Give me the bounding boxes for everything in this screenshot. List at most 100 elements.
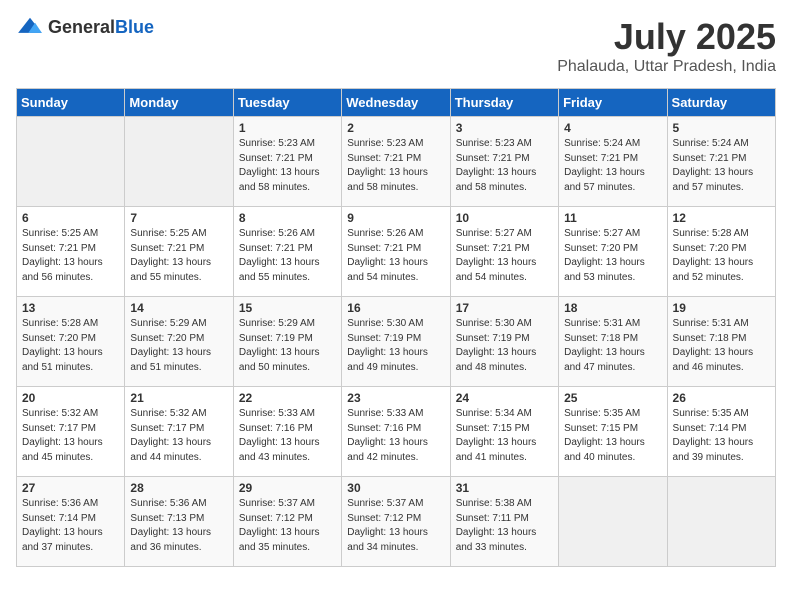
calendar-cell: 30Sunrise: 5:37 AMSunset: 7:12 PMDayligh… — [342, 477, 450, 567]
cell-sun-info: Sunrise: 5:36 AMSunset: 7:14 PMDaylight:… — [22, 497, 119, 555]
calendar-cell: 13 Sunrise: 5:28 AMSunset: 7:20 PMDayligh… — [17, 297, 125, 387]
calendar-cell: 19 Sunrise: 5:31 AMSunset: 7:18 PMDayligh… — [667, 297, 775, 387]
page-header: GeneralBlue July 2025 Phalauda, Uttar Pr… — [16, 16, 776, 76]
calendar-cell: 4Sunrise: 5:24 AMSunset: 7:21 PMDaylight… — [559, 117, 667, 207]
weekday-header-cell: Sunday — [17, 89, 125, 117]
cell-sun-info: Sunrise: 5:23 AMSunset: 7:21 PMDaylight:… — [456, 137, 553, 195]
calendar-body: 1 Sunrise: 5:23 AMSunset: 7:21 PMDaylight… — [17, 117, 776, 567]
day-number: 18 — [564, 301, 661, 315]
calendar-week-row: 27 Sunrise: 5:36 AMSunset: 7:14 PMDayligh… — [17, 477, 776, 567]
calendar-cell: 14 Sunrise: 5:29 AMSunset: 7:20 PMDayligh… — [125, 297, 233, 387]
calendar-cell: 29 Sunrise: 5:37 AMSunset: 7:12 PMDayligh… — [233, 477, 341, 567]
cell-sun-info: Sunrise: 5:27 AMSunset: 7:20 PMDaylight:… — [564, 227, 661, 285]
calendar-cell: 16Sunrise: 5:30 AMSunset: 7:19 PMDayligh… — [342, 297, 450, 387]
calendar-cell — [667, 477, 775, 567]
cell-sun-info: Sunrise: 5:37 AMSunset: 7:12 PMDaylight:… — [347, 497, 444, 555]
day-number: 8 — [239, 211, 336, 225]
calendar-cell: 3 Sunrise: 5:23 AMSunset: 7:21 PMDaylight… — [450, 117, 558, 207]
cell-sun-info: Sunrise: 5:27 AMSunset: 7:21 PMDaylight:… — [456, 227, 553, 285]
calendar-cell: 1 Sunrise: 5:23 AMSunset: 7:21 PMDaylight… — [233, 117, 341, 207]
calendar-cell: 9Sunrise: 5:26 AMSunset: 7:21 PMDaylight… — [342, 207, 450, 297]
day-number: 13 — [22, 301, 119, 315]
cell-sun-info: Sunrise: 5:35 AMSunset: 7:14 PMDaylight:… — [673, 407, 770, 465]
day-number: 29 — [239, 481, 336, 495]
cell-sun-info: Sunrise: 5:29 AMSunset: 7:20 PMDaylight:… — [130, 317, 227, 375]
calendar-cell: 15Sunrise: 5:29 AMSunset: 7:19 PMDayligh… — [233, 297, 341, 387]
cell-sun-info: Sunrise: 5:32 AMSunset: 7:17 PMDaylight:… — [22, 407, 119, 465]
calendar-cell: 23Sunrise: 5:33 AMSunset: 7:16 PMDayligh… — [342, 387, 450, 477]
day-number: 7 — [130, 211, 227, 225]
day-number: 9 — [347, 211, 444, 225]
day-number: 23 — [347, 391, 444, 405]
calendar-cell: 7 Sunrise: 5:25 AMSunset: 7:21 PMDaylight… — [125, 207, 233, 297]
calendar-cell: 21 Sunrise: 5:32 AMSunset: 7:17 PMDayligh… — [125, 387, 233, 477]
cell-sun-info: Sunrise: 5:34 AMSunset: 7:15 PMDaylight:… — [456, 407, 553, 465]
calendar-week-row: 6Sunrise: 5:25 AMSunset: 7:21 PMDaylight… — [17, 207, 776, 297]
calendar-week-row: 1 Sunrise: 5:23 AMSunset: 7:21 PMDaylight… — [17, 117, 776, 207]
cell-sun-info: Sunrise: 5:38 AMSunset: 7:11 PMDaylight:… — [456, 497, 553, 555]
calendar-cell: 20 Sunrise: 5:32 AMSunset: 7:17 PMDayligh… — [17, 387, 125, 477]
calendar-cell: 27 Sunrise: 5:36 AMSunset: 7:14 PMDayligh… — [17, 477, 125, 567]
weekday-header-cell: Monday — [125, 89, 233, 117]
logo-icon — [16, 16, 44, 38]
day-number: 3 — [456, 121, 553, 135]
day-number: 10 — [456, 211, 553, 225]
cell-sun-info: Sunrise: 5:24 AMSunset: 7:21 PMDaylight:… — [564, 137, 661, 195]
weekday-header-row: SundayMondayTuesdayWednesdayThursdayFrid… — [17, 89, 776, 117]
cell-sun-info: Sunrise: 5:35 AMSunset: 7:15 PMDaylight:… — [564, 407, 661, 465]
day-number: 22 — [239, 391, 336, 405]
weekday-header-cell: Thursday — [450, 89, 558, 117]
cell-sun-info: Sunrise: 5:25 AMSunset: 7:21 PMDaylight:… — [130, 227, 227, 285]
weekday-header-cell: Wednesday — [342, 89, 450, 117]
logo-general: General — [48, 17, 115, 37]
day-number: 11 — [564, 211, 661, 225]
day-number: 27 — [22, 481, 119, 495]
day-number: 2 — [347, 121, 444, 135]
day-number: 15 — [239, 301, 336, 315]
calendar-cell — [125, 117, 233, 207]
cell-sun-info: Sunrise: 5:23 AMSunset: 7:21 PMDaylight:… — [347, 137, 444, 195]
day-number: 16 — [347, 301, 444, 315]
logo-blue: Blue — [115, 17, 154, 37]
cell-sun-info: Sunrise: 5:37 AMSunset: 7:12 PMDaylight:… — [239, 497, 336, 555]
cell-sun-info: Sunrise: 5:30 AMSunset: 7:19 PMDaylight:… — [456, 317, 553, 375]
calendar-cell: 31Sunrise: 5:38 AMSunset: 7:11 PMDayligh… — [450, 477, 558, 567]
logo-text: GeneralBlue — [48, 17, 154, 38]
weekday-header-cell: Tuesday — [233, 89, 341, 117]
calendar-cell: 28Sunrise: 5:36 AMSunset: 7:13 PMDayligh… — [125, 477, 233, 567]
calendar-week-row: 20 Sunrise: 5:32 AMSunset: 7:17 PMDayligh… — [17, 387, 776, 477]
weekday-header-cell: Saturday — [667, 89, 775, 117]
cell-sun-info: Sunrise: 5:23 AMSunset: 7:21 PMDaylight:… — [239, 137, 336, 195]
subtitle: Phalauda, Uttar Pradesh, India — [557, 58, 776, 76]
calendar-cell: 2 Sunrise: 5:23 AMSunset: 7:21 PMDaylight… — [342, 117, 450, 207]
calendar-cell: 11 Sunrise: 5:27 AMSunset: 7:20 PMDayligh… — [559, 207, 667, 297]
calendar-cell: 26Sunrise: 5:35 AMSunset: 7:14 PMDayligh… — [667, 387, 775, 477]
day-number: 12 — [673, 211, 770, 225]
cell-sun-info: Sunrise: 5:24 AMSunset: 7:21 PMDaylight:… — [673, 137, 770, 195]
day-number: 20 — [22, 391, 119, 405]
calendar-cell: 8 Sunrise: 5:26 AMSunset: 7:21 PMDaylight… — [233, 207, 341, 297]
day-number: 5 — [673, 121, 770, 135]
day-number: 14 — [130, 301, 227, 315]
day-number: 28 — [130, 481, 227, 495]
weekday-header-cell: Friday — [559, 89, 667, 117]
calendar-cell — [559, 477, 667, 567]
calendar-cell: 18 Sunrise: 5:31 AMSunset: 7:18 PMDayligh… — [559, 297, 667, 387]
cell-sun-info: Sunrise: 5:26 AMSunset: 7:21 PMDaylight:… — [239, 227, 336, 285]
day-number: 19 — [673, 301, 770, 315]
title-block: July 2025 Phalauda, Uttar Pradesh, India — [557, 16, 776, 76]
calendar-cell: 5 Sunrise: 5:24 AMSunset: 7:21 PMDaylight… — [667, 117, 775, 207]
calendar-cell: 22Sunrise: 5:33 AMSunset: 7:16 PMDayligh… — [233, 387, 341, 477]
main-title: July 2025 — [557, 16, 776, 58]
cell-sun-info: Sunrise: 5:32 AMSunset: 7:17 PMDaylight:… — [130, 407, 227, 465]
day-number: 1 — [239, 121, 336, 135]
day-number: 24 — [456, 391, 553, 405]
day-number: 21 — [130, 391, 227, 405]
cell-sun-info: Sunrise: 5:28 AMSunset: 7:20 PMDaylight:… — [22, 317, 119, 375]
day-number: 25 — [564, 391, 661, 405]
cell-sun-info: Sunrise: 5:31 AMSunset: 7:18 PMDaylight:… — [564, 317, 661, 375]
calendar-cell: 17 Sunrise: 5:30 AMSunset: 7:19 PMDayligh… — [450, 297, 558, 387]
calendar-cell — [17, 117, 125, 207]
day-number: 17 — [456, 301, 553, 315]
cell-sun-info: Sunrise: 5:31 AMSunset: 7:18 PMDaylight:… — [673, 317, 770, 375]
